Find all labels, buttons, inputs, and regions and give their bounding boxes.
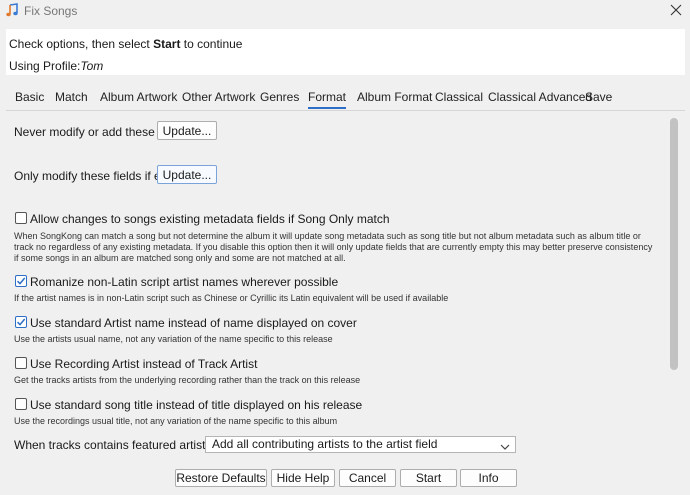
romanize-label: Romanize non-Latin script artist names w… [30,275,339,289]
title-bar: Fix Songs [0,0,690,22]
recording-artist-checkbox[interactable] [15,357,27,369]
app-music-note-icon [5,3,19,17]
featured-artists-label: When tracks contains featured artists [14,438,212,452]
tab-basic[interactable]: Basic [15,90,44,104]
profile-name: Tom [80,59,104,73]
tab-format[interactable]: Format [308,90,347,109]
profile-text: Using Profile:Tom [9,59,104,73]
close-icon[interactable] [667,1,685,19]
featured-artists-select[interactable]: Add all contributing artists to the arti… [205,436,516,453]
chevron-down-icon [500,440,510,455]
romanize-checkbox[interactable] [15,275,27,287]
restore-defaults-button[interactable]: Restore Defaults [175,469,267,487]
recording-artist-label: Use Recording Artist instead of Track Ar… [30,357,258,371]
tab-album-format[interactable]: Album Format [357,90,432,104]
standard-title-help: Use the recordings usual title, not any … [14,416,338,426]
tab-album-artwork[interactable]: Album Artwork [100,90,177,104]
allow-changes-label: Allow changes to songs existing metadata… [30,212,390,226]
tab-bar: Basic Match Album Artwork Other Artwork … [6,84,685,111]
standard-artist-help: Use the artists usual name, not any vari… [14,334,333,344]
standard-title-label: Use standard song title instead of title… [30,398,363,412]
start-button[interactable]: Start [400,469,457,487]
hide-help-button[interactable]: Hide Help [271,469,335,487]
checkmark-icon [16,277,26,285]
recording-artist-help: Get the tracks artists from the underlyi… [14,375,361,385]
tab-match[interactable]: Match [55,90,88,104]
tab-save[interactable]: Save [585,90,612,104]
tab-other-artwork[interactable]: Other Artwork [182,90,255,104]
romanize-help: If the artist names is in non-Latin scri… [14,293,449,303]
allow-changes-help: When SongKong can match a song but not d… [14,231,653,263]
instruction-panel: Check options, then select Start to cont… [6,29,685,75]
vertical-scrollbar[interactable] [670,118,678,370]
cancel-button[interactable]: Cancel [339,469,396,487]
standard-title-checkbox[interactable] [15,398,27,410]
instruction-text: Check options, then select Start to cont… [9,37,243,51]
window-title: Fix Songs [24,4,78,18]
standard-artist-checkbox[interactable] [15,316,27,328]
info-button[interactable]: Info [460,469,517,487]
tab-genres[interactable]: Genres [260,90,299,104]
checkmark-icon [16,318,26,326]
featured-artists-value: Add all contributing artists to the arti… [212,437,438,451]
tab-classical[interactable]: Classical [435,90,483,104]
allow-changes-checkbox[interactable] [15,212,27,224]
never-modify-update-button[interactable]: Update... [157,121,217,140]
only-modify-update-button[interactable]: Update... [157,165,217,184]
tab-classical-advanced[interactable]: Classical Advanced [488,90,592,104]
standard-artist-label: Use standard Artist name instead of name… [30,316,357,330]
